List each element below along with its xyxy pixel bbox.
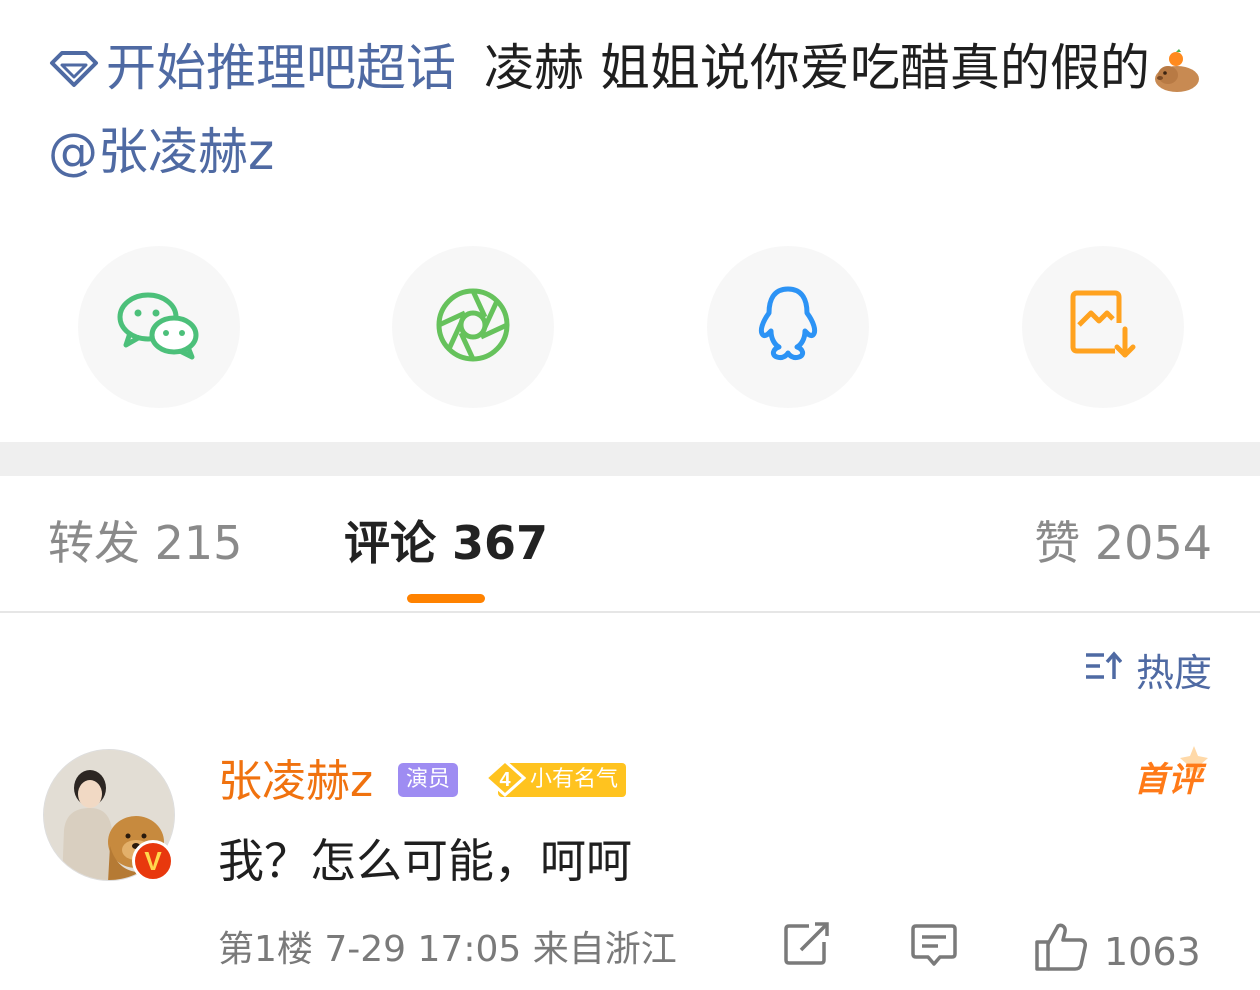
comment-meta: 第1楼 7-29 17:05 来自浙江 <box>218 926 677 974</box>
share-qq-button[interactable] <box>707 246 869 408</box>
save-image-icon <box>1067 289 1139 365</box>
tab-comments[interactable]: 评论 367 <box>344 512 548 574</box>
supertopic-link[interactable]: 开始推理吧超话 <box>106 39 456 97</box>
repost-edit-icon <box>783 922 831 975</box>
share-moments-button[interactable] <box>392 246 554 408</box>
tab-repost[interactable]: 转发 215 <box>48 512 242 574</box>
share-wechat-button[interactable] <box>78 246 240 408</box>
like-count: 1063 <box>1104 929 1201 974</box>
section-divider <box>0 442 1260 476</box>
capybara-orange-emoji-icon <box>1152 38 1202 114</box>
comment-floor: 第1楼 <box>218 929 313 970</box>
comment-location: 来自浙江 <box>532 929 677 970</box>
level-badge: 4 小有名气 <box>483 758 627 801</box>
post-content: 开始推理吧超话 凌赫 姐姐说你爱吃醋真的假的 @张凌赫z <box>48 30 1218 190</box>
level-number: 4 <box>499 769 511 791</box>
tab-likes[interactable]: 赞 2054 <box>1034 512 1212 574</box>
comment-time: 7-29 17:05 <box>324 929 522 970</box>
qq-penguin-icon <box>753 285 823 369</box>
supertopic-diamond-icon <box>48 34 100 110</box>
sort-button[interactable]: 热度 <box>1084 642 1212 697</box>
verified-v-icon: V <box>132 840 174 882</box>
wechat-icon <box>116 289 202 365</box>
sort-label: 热度 <box>1135 651 1212 695</box>
wechat-moments-icon <box>435 287 511 367</box>
comment-text: 我？怎么可能，呵呵 <box>218 834 632 888</box>
share-row <box>0 246 1260 408</box>
comment-username[interactable]: 张凌赫z <box>218 752 373 812</box>
repost-comment-button[interactable] <box>783 922 831 975</box>
thumbs-up-icon <box>1034 922 1088 981</box>
post-text: 凌赫 姐姐说你爱吃醋真的假的 <box>484 39 1150 97</box>
level-diamond-icon: 4 <box>483 758 527 801</box>
tabs-divider <box>0 611 1260 613</box>
role-badge: 演员 <box>398 763 459 797</box>
comment-avatar[interactable]: V <box>43 749 175 882</box>
first-comment-tag: 首评 <box>1134 760 1202 800</box>
mention-link[interactable]: @张凌赫z <box>48 123 274 181</box>
active-tab-indicator <box>407 594 485 603</box>
reply-comment-button[interactable] <box>910 922 958 977</box>
save-image-button[interactable] <box>1022 246 1184 408</box>
sort-icon <box>1084 648 1136 692</box>
like-comment-button[interactable]: 1063 <box>1034 922 1201 981</box>
reply-bubble-icon <box>910 922 958 977</box>
